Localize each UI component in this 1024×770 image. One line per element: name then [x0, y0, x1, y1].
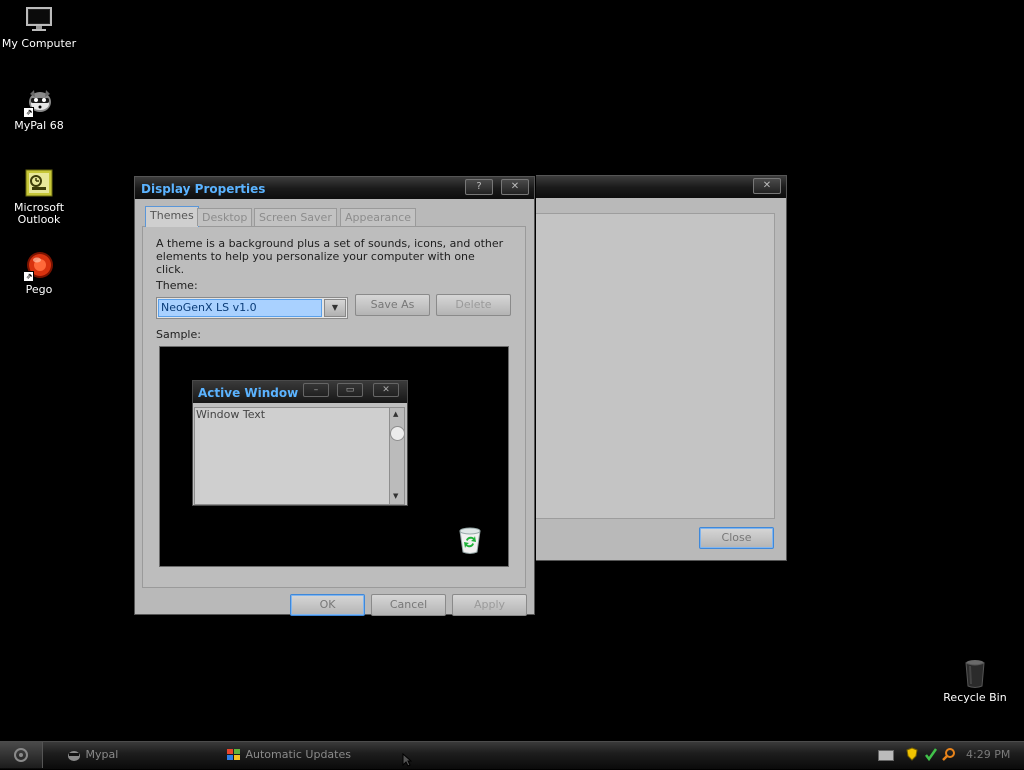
- background-window[interactable]: ✕ Close: [520, 175, 787, 561]
- help-button[interactable]: ?: [465, 179, 493, 195]
- raccoon-icon: [66, 748, 82, 762]
- security-shield-icon[interactable]: [906, 747, 918, 764]
- close-button[interactable]: ✕: [753, 178, 781, 194]
- sample-window-title: Active Window: [198, 386, 299, 400]
- monitor-icon: [23, 4, 55, 36]
- desktop-icon-pego[interactable]: ↗ Pego: [0, 250, 79, 296]
- content-panel: [535, 213, 775, 519]
- tab-screen-saver[interactable]: Screen Saver: [254, 208, 337, 226]
- sample-active-window: Active Window – ▭ ✕ Window Text ▲ ▼: [192, 380, 408, 506]
- desktop-icon-recycle-bin[interactable]: Recycle Bin: [935, 658, 1015, 704]
- shortcut-arrow-icon: ↗: [23, 107, 34, 118]
- theme-description: A theme is a background plus a set of so…: [156, 237, 504, 276]
- desktop-icon-my-computer[interactable]: My Computer: [0, 4, 79, 50]
- update-shield-icon[interactable]: [924, 747, 938, 764]
- maximize-icon: ▭: [337, 383, 363, 397]
- outlook-icon: [23, 168, 55, 200]
- taskbar: Mypal Automatic Updates 4:29 PM: [0, 741, 1024, 769]
- chevron-down-icon[interactable]: ▼: [324, 299, 346, 317]
- sample-window-body: Window Text: [194, 407, 390, 505]
- taskbar-item-automatic-updates[interactable]: Automatic Updates: [226, 747, 351, 763]
- trash-can-icon: [959, 658, 991, 690]
- window-title: Display Properties: [141, 182, 266, 196]
- raccoon-icon: ↗: [23, 86, 55, 118]
- close-icon: ✕: [373, 383, 399, 397]
- mouse-cursor-icon: [402, 752, 413, 770]
- sample-label: Sample:: [156, 328, 201, 341]
- taskbar-item-label: Automatic Updates: [245, 748, 351, 761]
- theme-sample-preview: Active Window – ▭ ✕ Window Text ▲ ▼: [159, 346, 509, 567]
- scroll-thumb: [390, 426, 405, 441]
- desktop-icon-mypal[interactable]: ↗ MyPal 68: [0, 86, 79, 132]
- help-icon: ?: [476, 181, 482, 192]
- sample-window-text: Window Text: [196, 408, 266, 421]
- theme-select-value: NeoGenX LS v1.0: [158, 299, 322, 317]
- tab-desktop[interactable]: Desktop: [197, 208, 253, 226]
- apply-button[interactable]: Apply: [452, 594, 527, 616]
- tab-appearance[interactable]: Appearance: [340, 208, 417, 226]
- system-clock[interactable]: 4:29 PM: [966, 748, 1010, 761]
- desktop-icon-label: Recycle Bin: [943, 691, 1007, 704]
- search-icon[interactable]: [942, 747, 956, 764]
- taskbar-item-label: Mypal: [85, 748, 119, 761]
- desktop-icon-label: Pego: [25, 283, 53, 296]
- delete-button[interactable]: Delete: [436, 294, 511, 316]
- tab-themes[interactable]: Themes: [145, 206, 199, 227]
- title-bar[interactable]: [521, 176, 786, 198]
- minimize-icon: –: [303, 383, 329, 397]
- desktop-icon-label: MyPal 68: [14, 119, 64, 132]
- close-dialog-button[interactable]: Close: [699, 527, 774, 549]
- taskbar-item-mypal[interactable]: Mypal: [66, 747, 118, 763]
- ok-button[interactable]: OK: [290, 594, 365, 616]
- sample-scrollbar: ▲ ▼: [389, 407, 405, 505]
- desktop-icon-label: My Computer: [1, 37, 77, 50]
- start-button[interactable]: [0, 742, 43, 768]
- sample-title-bar: Active Window – ▭ ✕: [193, 381, 407, 403]
- red-orb-icon: ↗: [23, 250, 55, 282]
- close-button[interactable]: ✕: [501, 179, 529, 195]
- save-as-button[interactable]: Save As: [355, 294, 430, 316]
- recycle-bin-icon: [456, 525, 484, 555]
- system-tray: 4:29 PM: [872, 742, 1024, 768]
- shortcut-arrow-icon: ↗: [23, 271, 34, 282]
- keyboard-icon[interactable]: [878, 750, 894, 761]
- cancel-button[interactable]: Cancel: [371, 594, 446, 616]
- start-orb-icon: [14, 748, 28, 762]
- desktop-icon-outlook[interactable]: Microsoft Outlook: [0, 168, 79, 226]
- theme-select[interactable]: NeoGenX LS v1.0 ▼: [156, 297, 348, 319]
- desktop-icon-label: Microsoft Outlook: [13, 201, 65, 226]
- close-icon: ✕: [762, 180, 772, 191]
- theme-label: Theme:: [156, 279, 198, 292]
- windows-logo-icon: [226, 748, 242, 762]
- close-icon: ✕: [510, 181, 520, 192]
